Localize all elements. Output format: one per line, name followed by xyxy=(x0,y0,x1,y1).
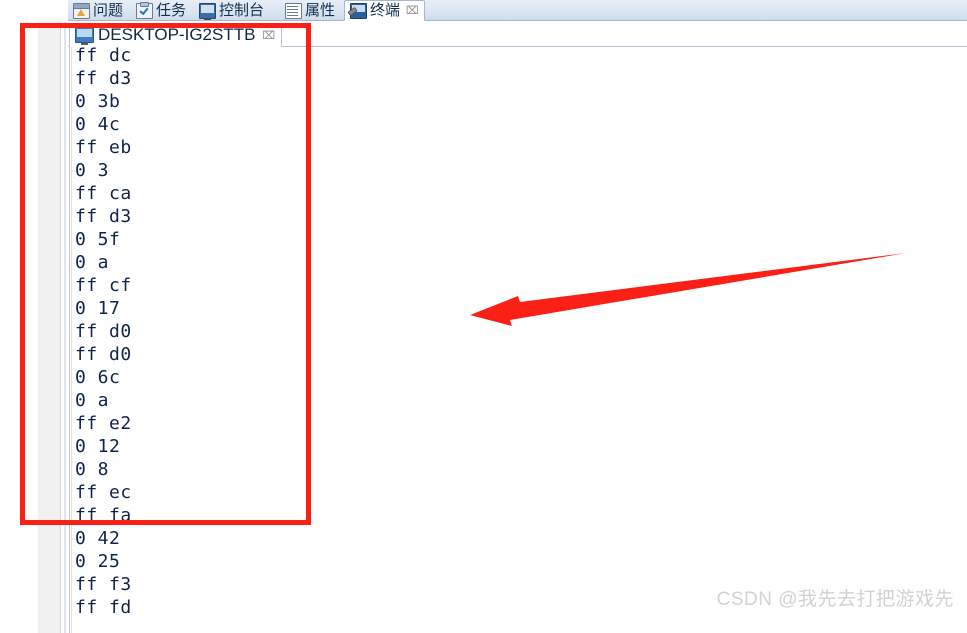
terminal-output-line: ff d3 xyxy=(75,206,132,227)
terminal-output-line: ff dc xyxy=(75,45,132,66)
terminal-connection-tabrow: DESKTOP-IG2STTB ⌧ xyxy=(68,21,967,47)
desktop-icon xyxy=(75,27,94,45)
view-tabbar: 问题 任务 控制台 属性 终端 ⌧ xyxy=(0,0,967,22)
view-tab-terminal[interactable]: 终端 ⌧ xyxy=(344,0,425,21)
terminal-connection-name: DESKTOP-IG2STTB xyxy=(98,25,256,44)
terminal-output-line: 0 a xyxy=(75,252,110,273)
terminal-output-line: ff ca xyxy=(75,183,132,204)
view-tab-properties[interactable]: 属性 xyxy=(280,0,340,21)
terminal-output-lines: ff dc ff d3 0 3b 0 4c ff eb 0 3 ff ca ff d3 0 5f… xyxy=(75,44,132,619)
terminal-output-line: ff d3 xyxy=(75,68,132,89)
tasks-icon xyxy=(136,1,153,19)
terminal-output-line: 0 25 xyxy=(75,551,121,572)
terminal-output-line: ff f3 xyxy=(75,574,132,595)
terminal-gutter-line xyxy=(69,47,70,633)
terminal-output-line: ff d0 xyxy=(75,344,132,365)
terminal-output-line: 0 4c xyxy=(75,114,121,135)
terminal-output-line: 0 8 xyxy=(75,459,110,480)
terminal-output-line: ff fd xyxy=(75,597,132,618)
terminal-output-line: 0 a xyxy=(75,390,110,411)
terminal-output-line: 0 3 xyxy=(75,160,110,181)
view-tab-terminal-close-icon[interactable]: ⌧ xyxy=(406,5,419,16)
view-tab-properties-label: 属性 xyxy=(305,2,336,19)
terminal-gutter-line-secondary xyxy=(71,47,72,633)
terminal-output-line: ff d0 xyxy=(75,321,132,342)
terminal-output-line: 0 12 xyxy=(75,436,121,457)
csdn-watermark: CSDN @我先去打把游戏先 xyxy=(716,589,954,610)
terminal-output-line: 0 42 xyxy=(75,528,121,549)
view-tab-problems[interactable]: 问题 xyxy=(68,0,128,21)
terminal-output-canvas[interactable]: ff dc ff d3 0 3b 0 4c ff eb 0 3 ff ca ff d3 0 5f… xyxy=(68,44,967,633)
terminal-view: DESKTOP-IG2STTB ⌧ ff dc ff d3 0 3b 0 4c ff e… xyxy=(68,21,967,633)
terminal-output-line: ff e2 xyxy=(75,413,132,434)
view-tabbar-strip: 问题 任务 控制台 属性 终端 ⌧ xyxy=(68,0,967,21)
terminal-connection-close-icon[interactable]: ⌧ xyxy=(262,30,275,41)
terminal-icon xyxy=(350,2,367,19)
panel-divider-line xyxy=(60,0,61,633)
view-tab-tasks-label: 任务 xyxy=(156,2,187,19)
properties-icon xyxy=(285,2,302,19)
terminal-output-line: 0 17 xyxy=(75,298,121,319)
terminal-output-line: ff cf xyxy=(75,275,132,296)
view-tab-console[interactable]: 控制台 xyxy=(194,0,269,21)
terminal-output-line: 0 3b xyxy=(75,91,121,112)
console-icon xyxy=(199,2,216,20)
terminal-output-line: ff eb xyxy=(75,137,132,158)
terminal-output-line: 0 5f xyxy=(75,229,121,250)
terminal-output-line: ff fa xyxy=(75,505,132,526)
terminal-output-line: 0 6c xyxy=(75,367,121,388)
problems-icon xyxy=(73,2,90,19)
view-tab-problems-label: 问题 xyxy=(93,2,124,19)
screenshot-root: 问题 任务 控制台 属性 终端 ⌧ DESKTOP-IG2STTB ⌧ ff d… xyxy=(0,0,967,633)
panel-divider-line-2 xyxy=(64,0,66,633)
terminal-output-line: ff ec xyxy=(75,482,132,503)
editor-left-margin xyxy=(0,0,38,633)
view-tab-terminal-label: 终端 xyxy=(370,2,401,19)
vertical-scrollbar-track[interactable] xyxy=(38,0,94,633)
view-tab-console-label: 控制台 xyxy=(219,2,265,19)
view-tab-tasks[interactable]: 任务 xyxy=(131,0,191,21)
